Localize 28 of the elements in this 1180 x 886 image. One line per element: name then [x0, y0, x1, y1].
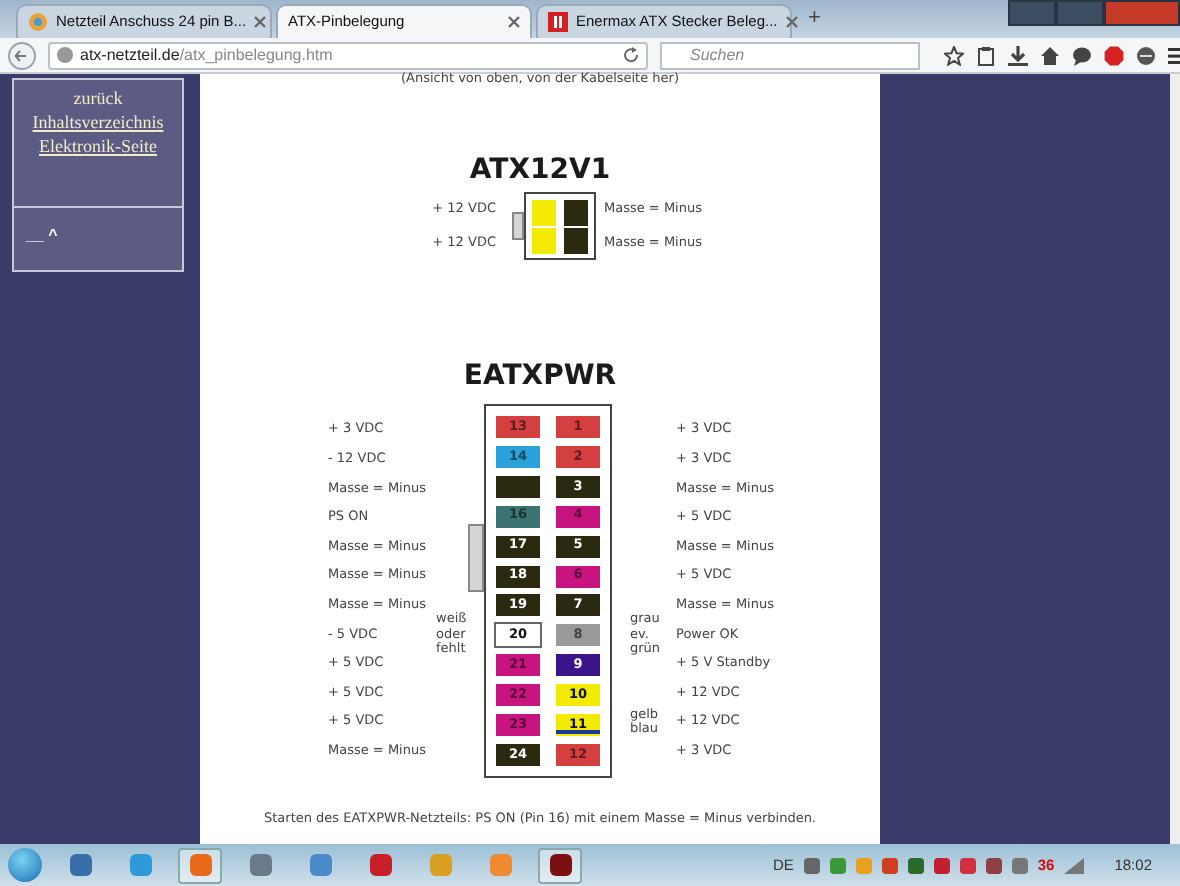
close-button[interactable] — [1104, 0, 1180, 26]
extension-icon[interactable] — [1136, 45, 1156, 65]
search-field[interactable]: Suchen — [660, 41, 920, 69]
reload-icon[interactable] — [622, 46, 640, 64]
download-icon[interactable] — [1008, 45, 1028, 65]
close-icon[interactable] — [785, 16, 798, 28]
back-icon[interactable] — [8, 41, 36, 69]
connector-latch — [512, 212, 524, 240]
taskbar-app-icon[interactable] — [538, 847, 582, 883]
address-bar[interactable]: atx-netzteil.de/atx_pinbelegung.htm — [48, 41, 648, 69]
top-link[interactable]: __ ^ — [26, 226, 58, 244]
connector-latch — [468, 523, 484, 592]
connector-title: ATX12V1 — [469, 154, 611, 186]
chat-icon[interactable] — [1072, 45, 1092, 65]
nav-text[interactable]: zurück — [73, 86, 123, 110]
url-text: atx-netzteil.de/atx_pinbelegung.htm — [80, 43, 333, 67]
star-icon[interactable] — [944, 45, 964, 65]
stop-sign-icon[interactable] — [1104, 45, 1124, 65]
new-tab-button[interactable]: + — [796, 2, 833, 36]
clipboard-icon[interactable] — [976, 45, 996, 65]
home-icon[interactable] — [1040, 45, 1060, 65]
close-icon[interactable] — [508, 16, 520, 28]
nav-link[interactable]: Elektronik-Seite — [39, 134, 157, 158]
close-icon[interactable] — [254, 16, 267, 28]
signal-icon[interactable] — [1064, 857, 1085, 873]
nav-link[interactable]: Inhaltsverzeichnis — [32, 110, 164, 134]
start-button[interactable] — [8, 848, 42, 882]
connector-title: EATXPWR — [463, 360, 617, 392]
